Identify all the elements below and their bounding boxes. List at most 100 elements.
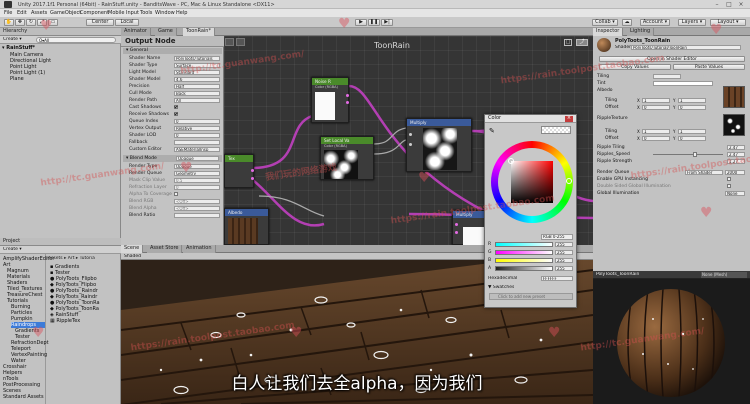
open-shader-editor-button[interactable]: Open in Shader Editor [599,56,745,62]
ripple-offset-x-input[interactable]: 0 [642,136,670,141]
red-slider[interactable] [495,242,553,247]
tab-toonrain[interactable]: ToonRain* [183,28,215,36]
alpha-coverage-checkbox[interactable] [174,192,178,196]
menu-file[interactable]: File [4,10,12,16]
collab-dropdown[interactable]: Collab ▾ [592,19,618,26]
tab-lighting[interactable]: Lighting [627,28,655,36]
green-value-input[interactable]: 255 [555,250,573,255]
ripple-texture-slot[interactable] [723,114,745,136]
vertex-output-select[interactable]: Relative [174,126,220,131]
pause-button[interactable]: ❚❚ [368,19,380,26]
tiling-input[interactable] [653,74,681,79]
hierarchy-item[interactable]: Plane [10,76,24,82]
maximize-icon[interactable]: □ [724,1,734,8]
preview-sphere[interactable] [593,279,750,404]
node-port[interactable] [455,231,458,234]
shader-dropdown[interactable]: PolyToots/Tutorial/ToonRain [631,45,741,50]
precision-select[interactable]: Half [174,84,220,89]
move-tool-icon[interactable]: ✥ [15,19,25,26]
hierarchy-tab[interactable]: Hierarchy [0,28,121,36]
hue-wheel[interactable] [491,141,573,223]
folder-item[interactable]: Standard Assets [3,394,44,400]
double-sided-gi-checkbox[interactable] [727,184,731,188]
scene-root[interactable]: ▾ RainStuff* [2,45,35,51]
menu-window[interactable]: Window [155,10,175,16]
project-tab[interactable]: Project [0,238,121,246]
albedo-texture-node[interactable]: Albedo [224,208,269,245]
noise-node[interactable]: Noise R Color (RGBA) [311,77,349,123]
render-queue-select[interactable]: Geometry [174,171,220,176]
node-port[interactable] [409,143,412,146]
saturation-value-square[interactable] [511,161,553,203]
scale-tool-icon[interactable]: ⤢ [37,19,47,26]
red-value-input[interactable]: 255 [555,242,573,247]
asset-item[interactable]: ▦ RippleTex [50,318,80,324]
menu-gameobject[interactable]: GameObject [50,10,81,16]
node-port[interactable] [251,177,254,180]
multiply-node[interactable]: Multiply [406,118,472,172]
tab-animation[interactable]: Animation [183,245,216,253]
sv-cursor[interactable] [508,158,514,164]
menu-tools[interactable]: Tools [140,10,152,16]
refraction-layer-input[interactable]: 0 [174,185,220,190]
receive-shadows-checkbox[interactable] [174,112,178,116]
menu-mobile-input[interactable]: Mobile Input [108,10,139,16]
node-port[interactable] [409,133,412,136]
layers-dropdown[interactable]: Layers ▾ [678,19,706,26]
set-local-var-node[interactable]: Set Local Va Color (RGBA) [320,136,374,180]
pivot-center-toggle[interactable]: Center [86,19,114,26]
albedo-offset-y-input[interactable]: 0 [678,105,706,110]
alpha-slider[interactable] [495,266,553,271]
shader-lod-input[interactable]: 0 [174,133,220,138]
render-queue-mode-dropdown[interactable]: From Shader [685,170,723,175]
blend-rgb-select[interactable]: <Off> [174,199,220,204]
tab-inspector[interactable]: Inspector [593,28,624,36]
fallback-input[interactable] [174,140,220,145]
ripples-speed-slider-track[interactable] [653,154,723,155]
cull-mode-select[interactable]: Back [174,91,220,96]
play-button[interactable]: ▶ [355,19,367,26]
render-path-select[interactable]: All [174,98,220,103]
shader-model-select[interactable]: 4.6 [174,77,220,82]
paste-values-button[interactable]: Paste Values [673,64,745,70]
shader-type-select[interactable]: Surface [174,63,220,68]
ripple-strength-input[interactable]: 1.27 [727,159,745,164]
blend-alpha-select[interactable]: <Off> [174,206,220,211]
blend-ratio-input[interactable] [174,213,220,218]
hue-cursor[interactable] [566,178,572,184]
albedo-tiling-x-input[interactable]: 1 [642,98,670,103]
light-model-select[interactable]: Standard [174,70,220,75]
blend-mode-select[interactable]: Opaque [176,156,219,161]
render-type-select[interactable]: Opaque [174,164,220,169]
blue-slider[interactable] [495,258,553,263]
albedo-offset-x-input[interactable]: 0 [642,105,670,110]
gpu-instancing-checkbox[interactable] [727,177,731,181]
cloud-icon[interactable]: ☁ [622,19,632,26]
copy-values-button[interactable]: Copy Values [599,64,671,70]
alpha-value-input[interactable]: 255 [555,266,573,271]
hierarchy-search-input[interactable]: Q▾All [36,37,116,43]
rotate-tool-icon[interactable]: ↻ [26,19,36,26]
node-port[interactable] [455,223,458,226]
ripple-tiling-y-input[interactable]: 1 [678,129,706,134]
layout-dropdown[interactable]: Layout ▾ [710,19,746,26]
tab-scene[interactable]: Scene [121,245,144,253]
menu-help[interactable]: Help [176,10,187,16]
green-slider[interactable] [495,250,553,255]
node-port[interactable] [251,169,254,172]
minimize-icon[interactable]: – [712,1,722,8]
global-illumination-dropdown[interactable]: None [725,191,745,196]
tab-game[interactable]: Game [155,28,177,36]
blue-value-input[interactable]: 255 [555,258,573,263]
eyedropper-icon[interactable]: ✎ [489,127,495,135]
shading-mode-dropdown[interactable]: Shaded [124,254,141,259]
ripple-tiling-x-input[interactable]: 1 [642,129,670,134]
queue-index-input[interactable]: 0 [174,119,220,124]
swatches-toggle[interactable]: ▼ Swatches [488,285,514,290]
account-dropdown[interactable]: Account ▾ [640,19,670,26]
hand-tool-icon[interactable]: ✋ [4,19,14,26]
folder-item[interactable]: AmplifyShaderEditor [3,256,54,262]
node-port[interactable] [346,94,349,97]
albedo-texture-slot[interactable] [723,86,745,108]
ripples-speed-slider-thumb[interactable] [693,152,697,157]
